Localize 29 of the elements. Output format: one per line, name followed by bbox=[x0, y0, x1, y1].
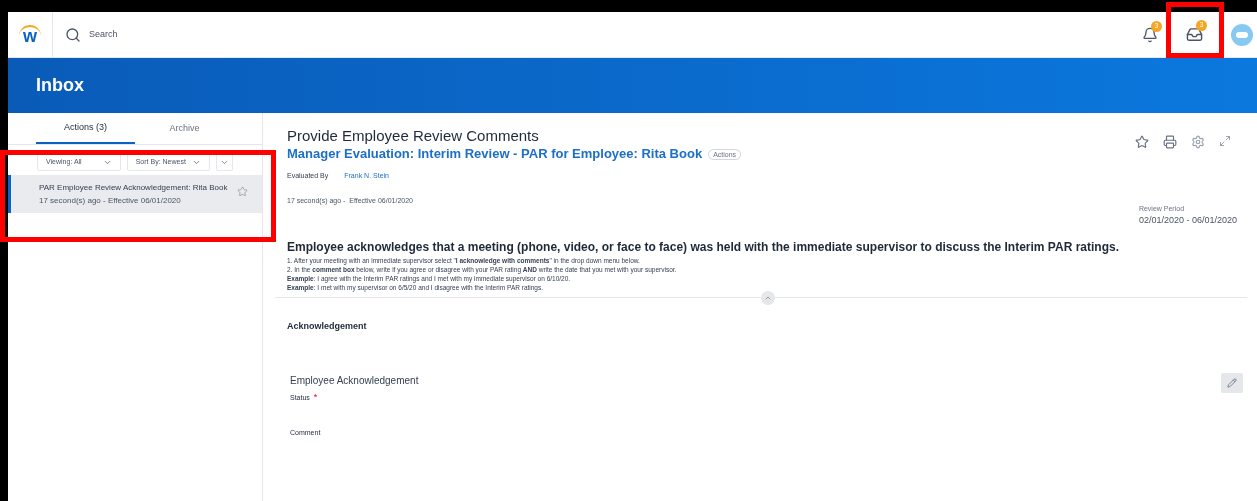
page-title: Inbox bbox=[36, 74, 84, 97]
required-asterisk: * bbox=[313, 393, 318, 404]
field-group-title: Employee Acknowledgement bbox=[290, 374, 419, 388]
task-title: Provide Employee Review Comments bbox=[287, 127, 540, 145]
instructions-heading: Employee acknowledges that a meeting (phone, video, or face to face) was held with the immediate supervisor to discuss the Interim PAR ratings. bbox=[287, 238, 1120, 256]
sidebar-tab[interactable]: Actions (3) bbox=[36, 113, 135, 144]
profile-avatar[interactable] bbox=[1231, 23, 1253, 46]
inbox-item-time: 17 second(s) ago - Effective 06/01/2020 bbox=[39, 195, 182, 207]
search-field[interactable]: Search bbox=[89, 27, 389, 42]
options-dropdown[interactable] bbox=[216, 153, 233, 171]
search-icon bbox=[65, 26, 81, 43]
review-period-value: 02/01/2020 - 06/01/2020 bbox=[1138, 214, 1237, 227]
star-icon[interactable] bbox=[237, 186, 248, 197]
collapse-button[interactable] bbox=[761, 290, 775, 305]
section-title: Acknowledgement bbox=[287, 319, 368, 333]
notifications-icon[interactable] bbox=[1142, 26, 1158, 43]
inbox-item[interactable]: PAR Employee Review Acknowledgement: Rita Book 17 second(s) ago - Effective 06/01/2020 bbox=[8, 175, 262, 213]
print-icon[interactable] bbox=[1163, 135, 1177, 149]
settings-icon[interactable] bbox=[1191, 135, 1205, 149]
edit-button[interactable] bbox=[1221, 373, 1243, 393]
expand-icon[interactable] bbox=[1219, 135, 1231, 147]
highlight-frame bbox=[1166, 2, 1224, 58]
inbox-item-title: PAR Employee Review Acknowledgement: Rita Book bbox=[39, 182, 229, 194]
star-icon[interactable] bbox=[1135, 135, 1149, 149]
inbox-icon[interactable] bbox=[1186, 26, 1203, 43]
pencil-icon bbox=[1227, 378, 1237, 388]
task-subtitle-link[interactable]: Manager Evaluation: Interim Review - PAR for Employee: Rita Book bbox=[287, 145, 703, 163]
app-logo[interactable]: w bbox=[19, 24, 41, 45]
sidebar-tab[interactable]: Archive bbox=[135, 113, 234, 144]
